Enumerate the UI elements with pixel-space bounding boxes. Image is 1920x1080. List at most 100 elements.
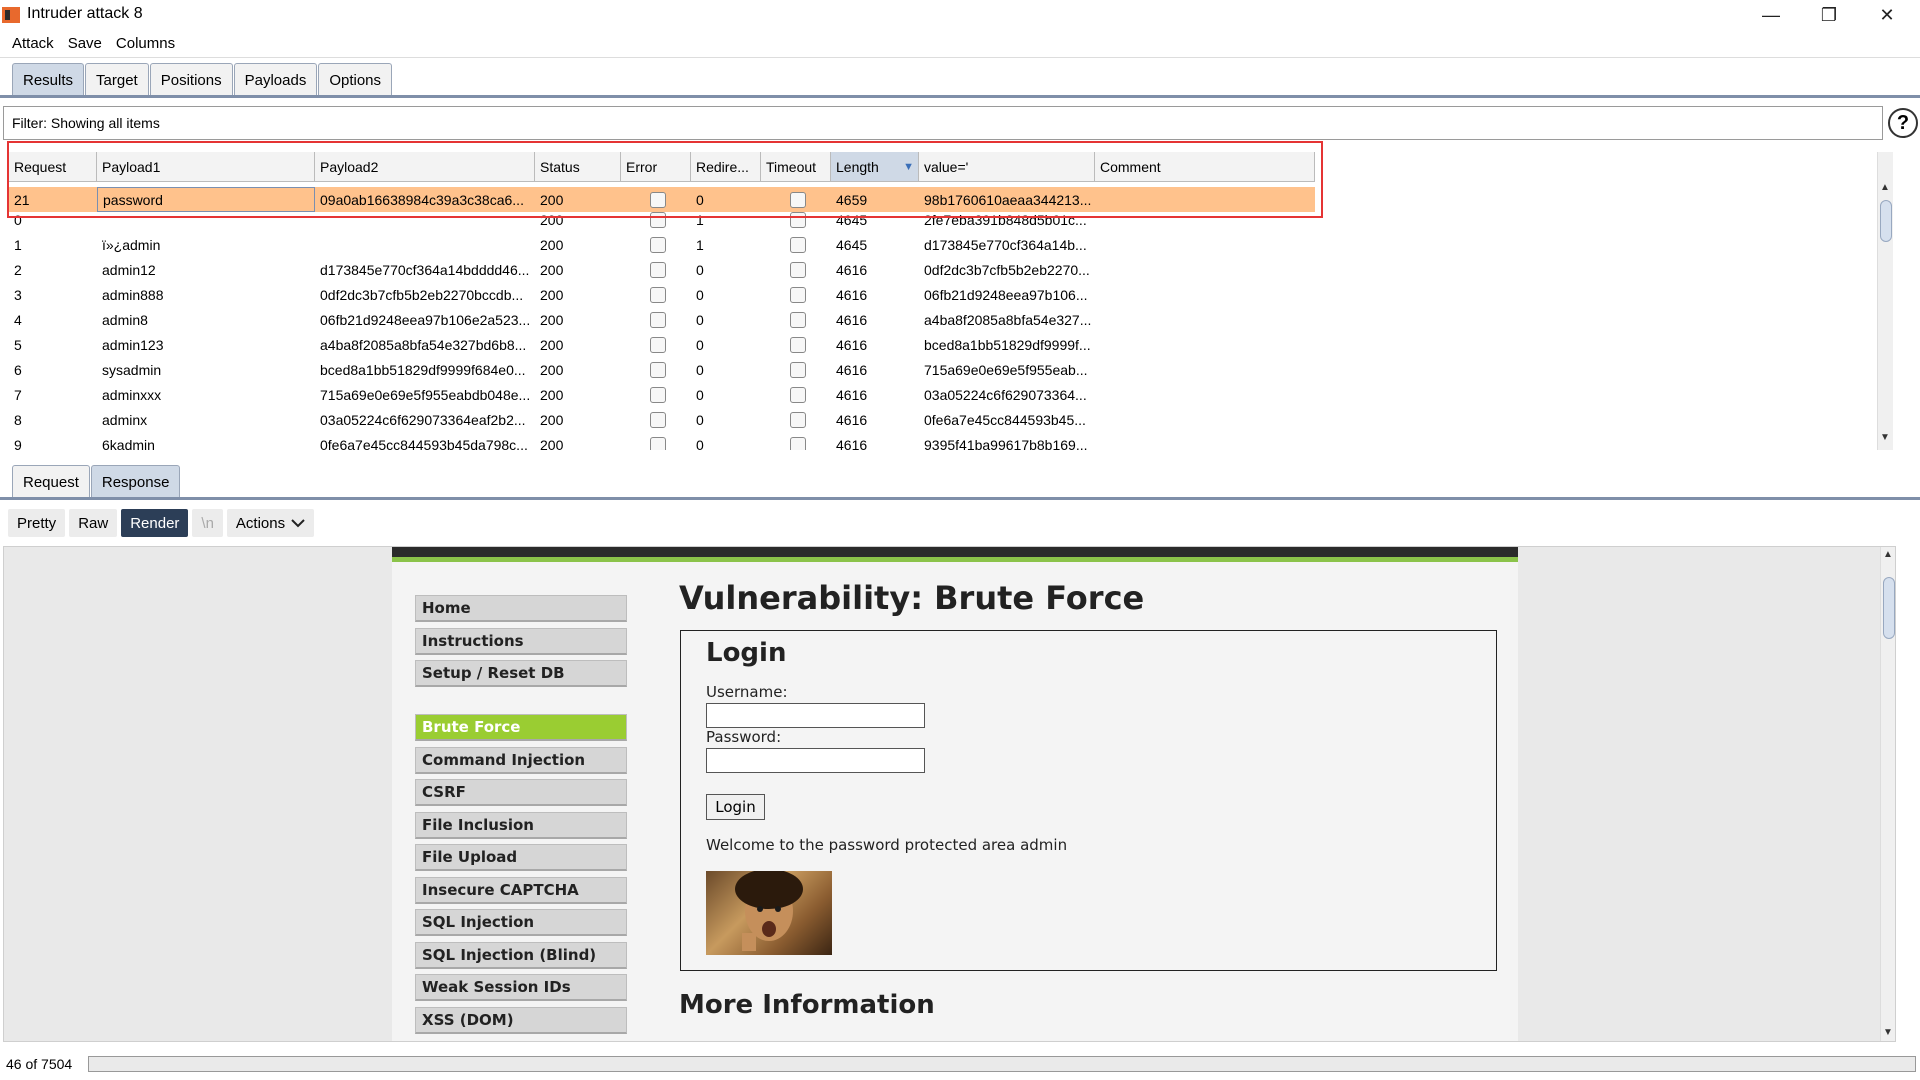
- cell-payload1: adminx: [102, 411, 148, 428]
- cell-value: 9395f41ba99617b8b169...: [924, 436, 1088, 451]
- newline-toggle-button[interactable]: \n: [192, 509, 223, 537]
- cell-value: 03a05224c6f629073364...: [924, 386, 1087, 403]
- checkbox: [650, 311, 666, 328]
- dvwa-menu-setup[interactable]: Setup / Reset DB: [415, 660, 627, 687]
- tab-target[interactable]: Target: [85, 63, 149, 96]
- checkbox: [790, 336, 806, 353]
- cell-status: 200: [540, 286, 564, 303]
- attack-tabs: Results Target Positions Payloads Option…: [12, 63, 393, 96]
- table-row[interactable]: 3 admin888 0df2dc3b7cfb5b2eb2270bccdb... 20…: [9, 282, 1315, 307]
- cell-timeout: [761, 407, 831, 432]
- dvwa-menu-brute-force[interactable]: Brute Force: [415, 714, 627, 741]
- cell-error: [621, 257, 691, 282]
- close-button[interactable]: ✕: [1858, 0, 1916, 30]
- table-row[interactable]: 7 adminxxx 715a69e0e69e5f955eabdb048e... 20…: [9, 382, 1315, 407]
- cell-comment: [1095, 257, 1315, 282]
- maximize-button[interactable]: ❐: [1800, 0, 1858, 30]
- login-box: Login Username: Password: Login Welcome …: [680, 630, 1497, 971]
- cell-length: 4616: [836, 411, 868, 428]
- table-row[interactable]: 5 admin123 a4ba8f2085a8bfa54e327bd6b8... 20…: [9, 332, 1315, 357]
- cell-request: 5: [14, 336, 22, 353]
- checkbox: [790, 361, 806, 378]
- actions-button[interactable]: Actions: [226, 509, 315, 537]
- render-scroll-up-icon[interactable]: ▲: [1883, 549, 1893, 560]
- table-row[interactable]: 9 6kadmin 0fe6a7e45cc844593b45da798c... 200…: [9, 432, 1315, 450]
- table-row[interactable]: 4 admin8 06fb21d9248eea97b106e2a523... 200 0…: [9, 307, 1315, 332]
- tab-results[interactable]: Results: [12, 63, 85, 96]
- render-scroll-thumb[interactable]: [1883, 577, 1895, 639]
- help-icon[interactable]: ?: [1888, 108, 1918, 138]
- cell-status: 200: [540, 261, 564, 278]
- checkbox: [790, 386, 806, 403]
- tab-payloads[interactable]: Payloads: [233, 63, 318, 96]
- cell-payload1: admin12: [102, 261, 156, 278]
- rr-tab-divider: [0, 497, 1920, 500]
- dvwa-menu-weak-session-ids[interactable]: Weak Session IDs: [415, 974, 627, 1001]
- cell-redirects: 0: [696, 411, 704, 428]
- pretty-button[interactable]: Pretty: [8, 509, 66, 537]
- cell-redirects: 0: [696, 436, 704, 451]
- raw-button[interactable]: Raw: [69, 509, 118, 537]
- more-info-heading: More Information: [679, 990, 935, 1020]
- page-title: Vulnerability: Brute Force: [679, 579, 1145, 617]
- dvwa-menu-sql-injection-blind[interactable]: SQL Injection (Blind): [415, 942, 627, 969]
- checkbox: [650, 236, 666, 253]
- cell-status: 200: [540, 411, 564, 428]
- chevron-down-icon: [291, 519, 305, 528]
- checkbox: [790, 236, 806, 253]
- cell-comment: [1095, 407, 1315, 432]
- login-button[interactable]: Login: [706, 794, 765, 820]
- tab-request[interactable]: Request: [12, 465, 90, 498]
- username-input[interactable]: [706, 703, 925, 728]
- cell-payload2: a4ba8f2085a8bfa54e327bd6b8...: [320, 336, 527, 353]
- tab-response[interactable]: Response: [90, 465, 181, 498]
- dvwa-menu-insecure-captcha[interactable]: Insecure CAPTCHA: [415, 877, 627, 904]
- cell-value: d173845e770cf364a14b...: [924, 236, 1087, 253]
- password-input[interactable]: [706, 748, 925, 773]
- scroll-up-icon[interactable]: ▲: [1880, 182, 1890, 193]
- welcome-message: Welcome to the password protected area a…: [706, 836, 1068, 854]
- cell-timeout: [761, 232, 831, 257]
- menu-attack[interactable]: Attack: [12, 35, 54, 52]
- dvwa-menu-file-upload[interactable]: File Upload: [415, 844, 627, 871]
- menu-save[interactable]: Save: [68, 35, 102, 52]
- cell-timeout: [761, 307, 831, 332]
- dvwa-menu-xss-dom[interactable]: XSS (DOM): [415, 1007, 627, 1034]
- dvwa-menu-instructions[interactable]: Instructions: [415, 628, 627, 655]
- dvwa-menu-file-inclusion[interactable]: File Inclusion: [415, 812, 627, 839]
- dvwa-menu-home[interactable]: Home: [415, 595, 627, 622]
- table-row[interactable]: 1 ï»¿admin 200 1 4645 d173845e770cf364a14b...: [9, 232, 1315, 257]
- dvwa-menu-command-injection[interactable]: Command Injection: [415, 747, 627, 774]
- cell-comment: [1095, 357, 1315, 382]
- cell-value: 715a69e0e69e5f955eab...: [924, 361, 1088, 378]
- render-scroll-down-icon[interactable]: ▼: [1883, 1027, 1893, 1038]
- cell-status: 200: [540, 436, 564, 451]
- checkbox: [650, 411, 666, 428]
- dvwa-menu-sql-injection[interactable]: SQL Injection: [415, 909, 627, 936]
- render-button[interactable]: Render: [121, 509, 189, 537]
- filter-text: Filter: Showing all items: [12, 115, 160, 131]
- dvwa-menu-csrf[interactable]: CSRF: [415, 779, 627, 806]
- cell-payload2: 0fe6a7e45cc844593b45da798c...: [320, 436, 528, 451]
- filter-bar[interactable]: Filter: Showing all items: [3, 106, 1883, 140]
- table-row[interactable]: 8 adminx 03a05224c6f629073364eaf2b2... 200 0…: [9, 407, 1315, 432]
- user-avatar-image: [706, 869, 832, 955]
- scroll-down-icon[interactable]: ▼: [1880, 432, 1890, 443]
- menu-columns[interactable]: Columns: [116, 35, 175, 52]
- table-row[interactable]: 2 admin12 d173845e770cf364a14bdddd46... 200…: [9, 257, 1315, 282]
- scroll-thumb[interactable]: [1880, 200, 1892, 242]
- tab-options[interactable]: Options: [318, 63, 393, 96]
- cell-payload1: sysadmin: [102, 361, 162, 378]
- cell-timeout: [761, 332, 831, 357]
- window-title: Intruder attack 8: [27, 5, 143, 22]
- render-scrollbar[interactable]: ▲ ▼: [1880, 547, 1895, 1041]
- cell-comment: [1095, 382, 1315, 407]
- cell-payload2: d173845e770cf364a14bdddd46...: [320, 261, 530, 278]
- cell-payload2: [315, 232, 535, 257]
- tab-positions[interactable]: Positions: [149, 63, 233, 96]
- checkbox: [650, 436, 666, 450]
- table-scrollbar[interactable]: ▲ ▼: [1877, 152, 1893, 450]
- table-row[interactable]: 6 sysadmin bced8a1bb51829df9999f684e0... 20…: [9, 357, 1315, 382]
- minimize-button[interactable]: —: [1742, 0, 1800, 30]
- cell-payload1: admin8: [102, 311, 148, 328]
